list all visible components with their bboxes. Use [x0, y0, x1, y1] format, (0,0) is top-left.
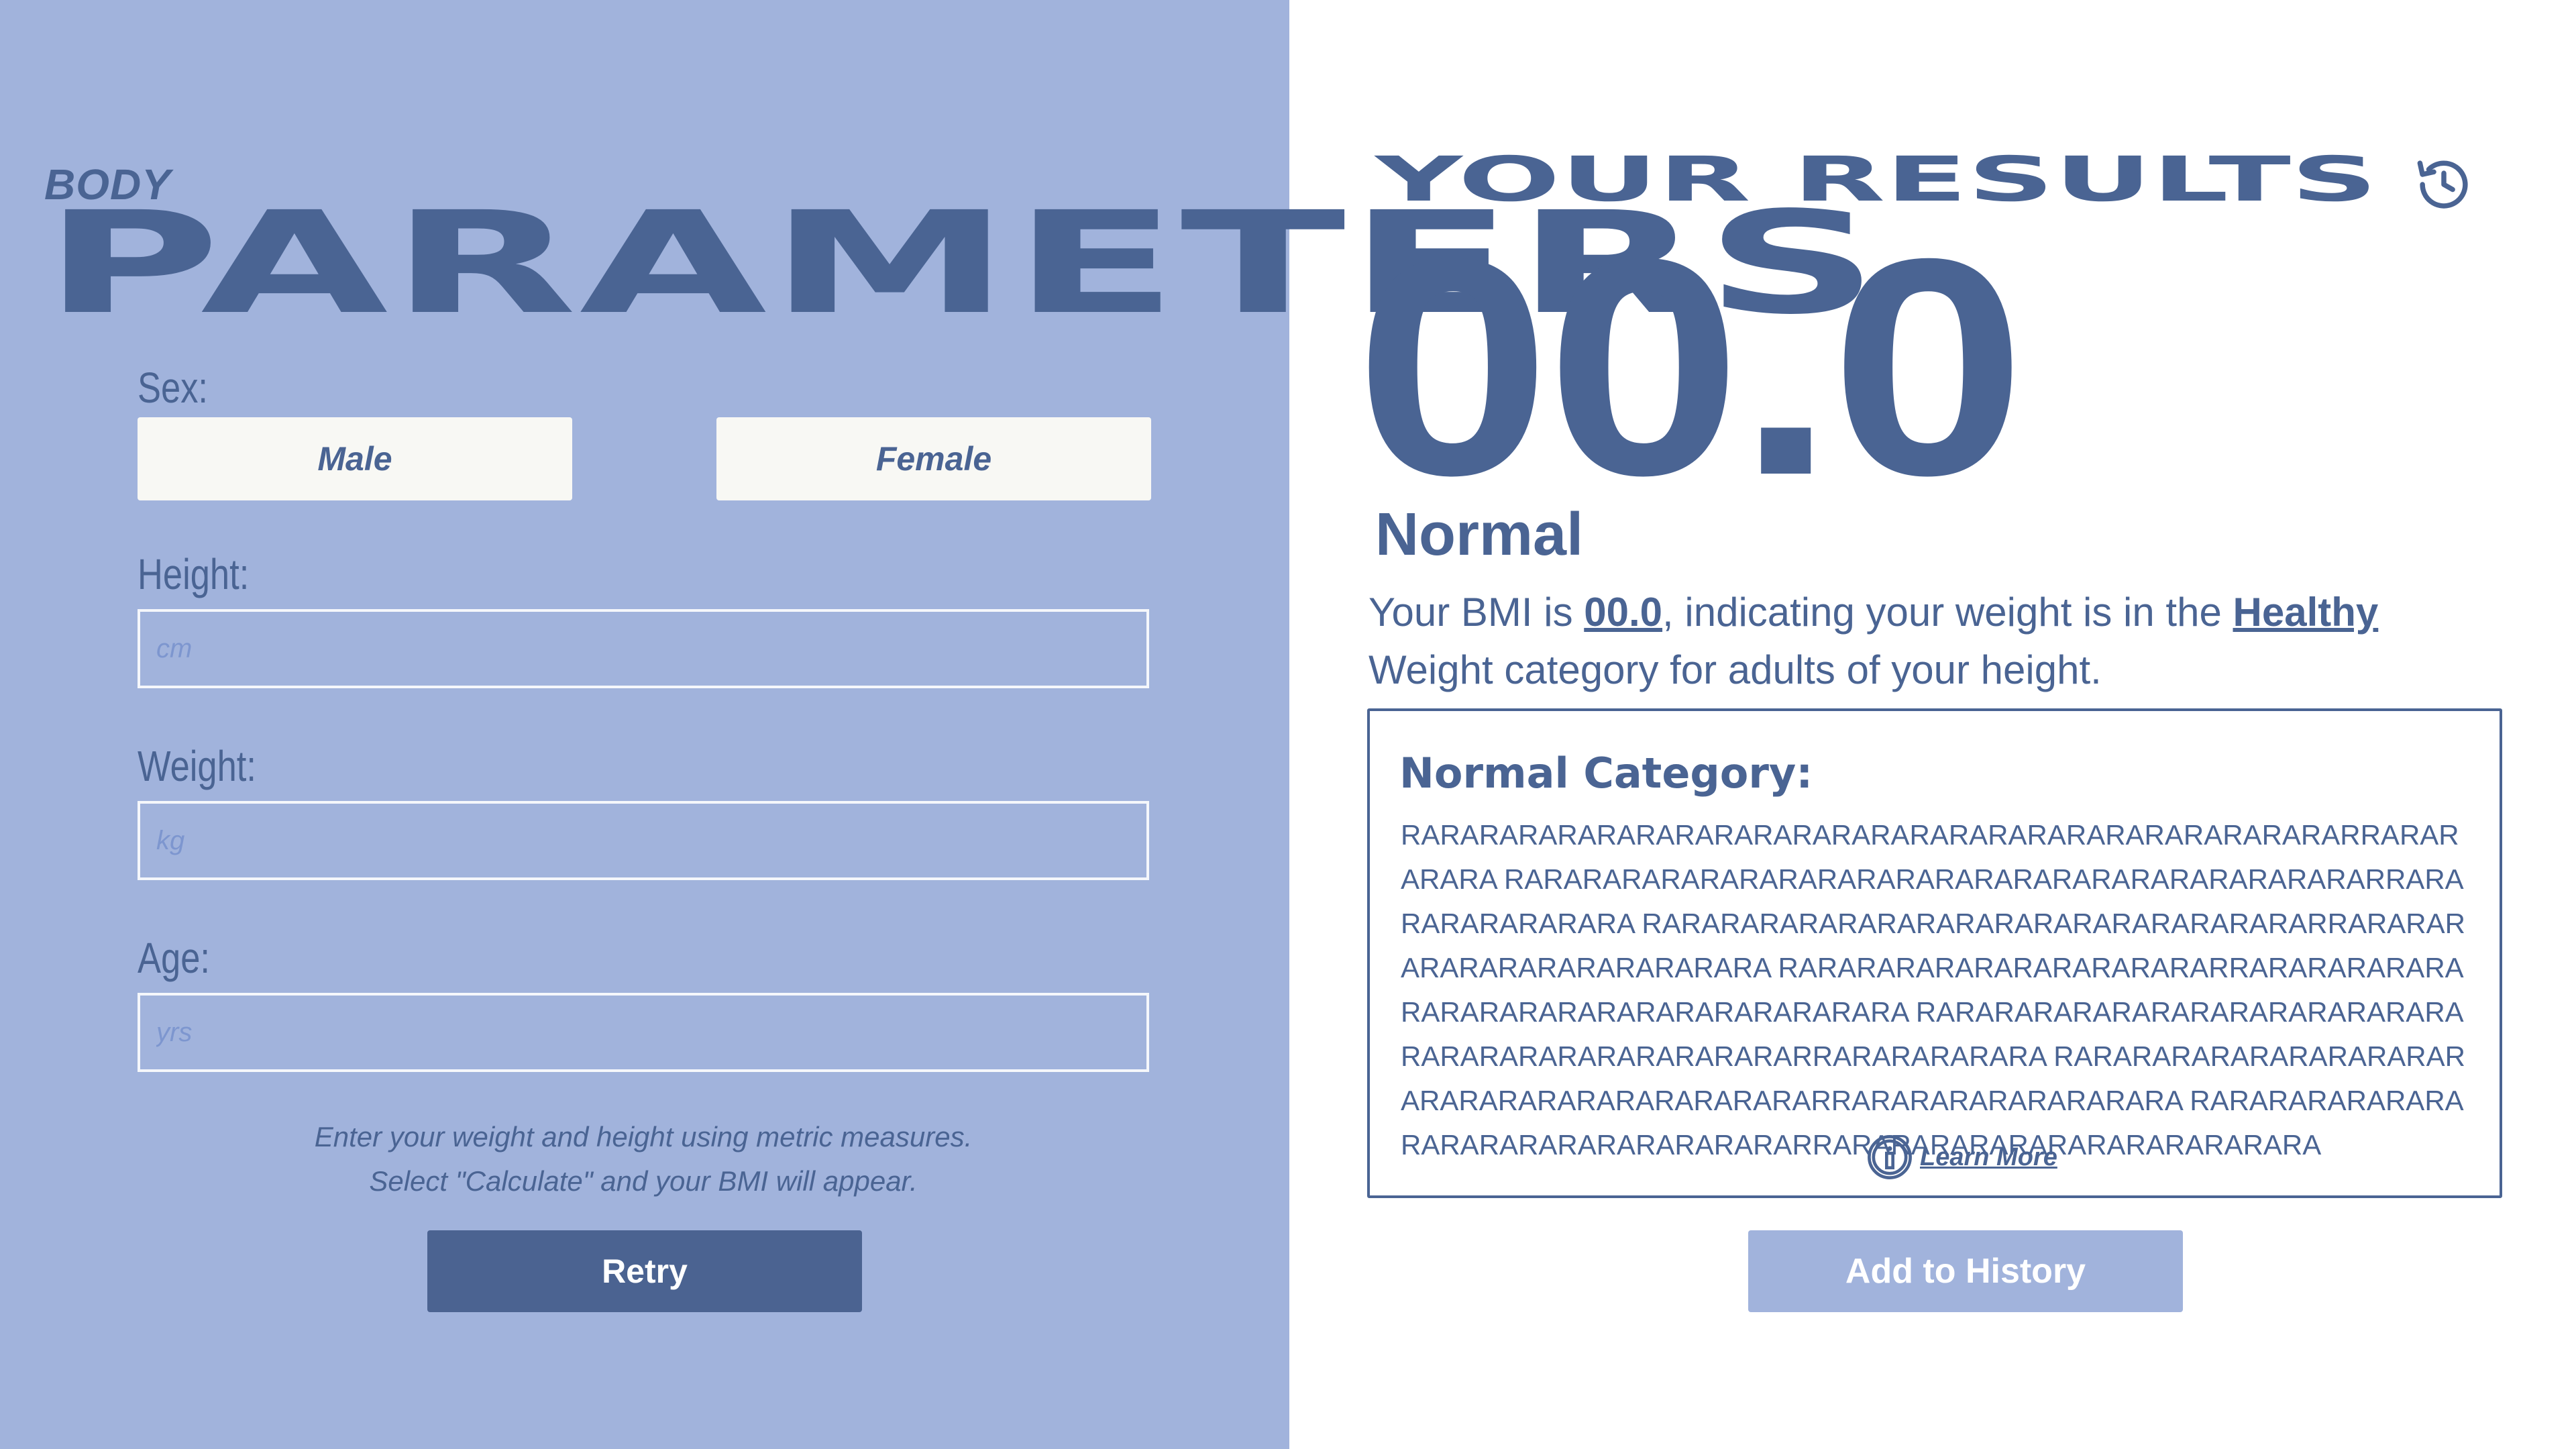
info-icon: [1866, 1134, 1913, 1181]
category-info-box: Normal Category: RARARARARARARARARARARAR…: [1367, 708, 2502, 1198]
info-heading: Normal Category:: [1399, 749, 1813, 798]
summary-category-link[interactable]: Healthy: [2233, 590, 2379, 635]
history-icon[interactable]: [2414, 154, 2474, 215]
summary-bmi-link[interactable]: 00.0: [1584, 590, 1662, 635]
bmi-category: Normal: [1375, 501, 1584, 568]
instructions-text: Enter your weight and height using metri…: [138, 1115, 1149, 1203]
retry-button[interactable]: Retry: [427, 1230, 862, 1312]
learn-more-link[interactable]: Learn More: [1866, 1134, 2057, 1181]
age-label: Age:: [138, 934, 210, 982]
instructions-line-1: Enter your weight and height using metri…: [314, 1121, 973, 1152]
bmi-summary: Your BMI is 00.0, indicating your weight…: [1368, 584, 2509, 699]
sex-label: Sex:: [138, 364, 209, 412]
age-input[interactable]: [138, 993, 1149, 1072]
weight-label: Weight:: [138, 742, 256, 790]
summary-middle: , indicating your weight is in the: [1662, 590, 2233, 635]
bmi-value: 00.0: [1355, 195, 2026, 539]
instructions-line-2: Select "Calculate" and your BMI will app…: [369, 1165, 918, 1197]
add-to-history-button[interactable]: Add to History: [1748, 1230, 2183, 1312]
parameters-panel: BODY PARAMETERS Sex: Male Female Height:…: [0, 0, 1879, 1449]
info-body-text: RARARARARARARARARARARARARARARARARARARARA…: [1401, 819, 2465, 1161]
weight-input[interactable]: [138, 801, 1149, 880]
learn-more-label[interactable]: Learn More: [1920, 1143, 2057, 1172]
height-label: Height:: [138, 550, 250, 598]
summary-suffix: Weight category for adults of your heigh…: [1368, 647, 2102, 692]
male-button[interactable]: Male: [138, 417, 572, 500]
female-button[interactable]: Female: [716, 417, 1151, 500]
summary-prefix: Your BMI is: [1368, 590, 1585, 635]
height-input[interactable]: [138, 609, 1149, 688]
